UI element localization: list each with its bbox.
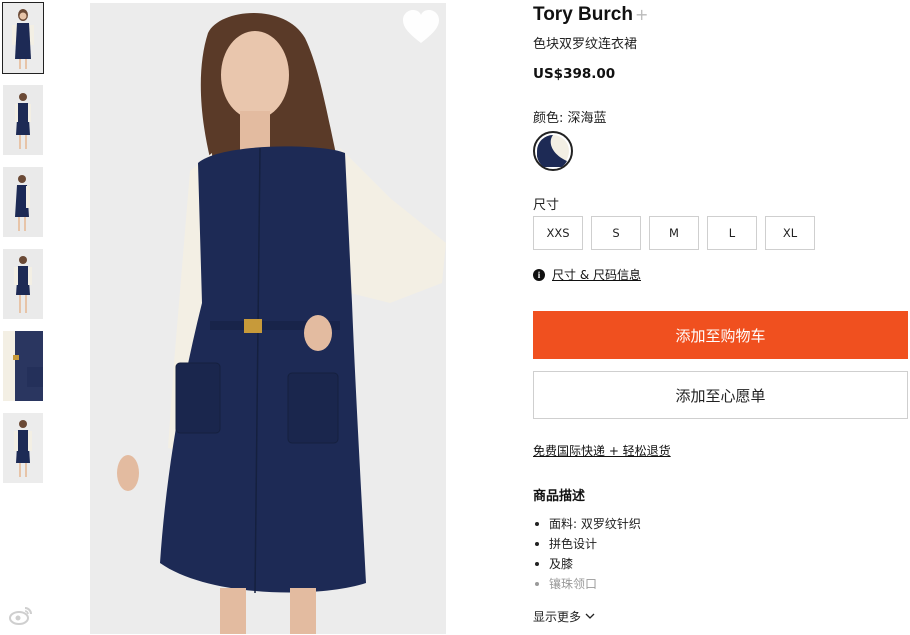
brand-name[interactable]: Tory Burch: [533, 4, 633, 25]
thumbnail-6[interactable]: [3, 413, 43, 483]
add-to-wishlist-button[interactable]: 添加至心愿单: [533, 371, 908, 419]
thumbnail-2[interactable]: [3, 85, 43, 155]
thumbnail-3[interactable]: [3, 167, 43, 237]
brand-row: Tory Burch +: [533, 4, 648, 28]
description-list: 面料: 双罗纹针织 拼色设计 及膝 镶珠领口: [533, 515, 641, 595]
description-bullet: 拼色设计: [533, 535, 641, 555]
show-more-label: 显示更多: [533, 610, 582, 624]
weibo-icon[interactable]: [8, 604, 34, 626]
description-bullet: 面料: 双罗纹针织: [533, 515, 641, 535]
thumbnail-4[interactable]: [3, 249, 43, 319]
thumbnail-image: [3, 3, 43, 73]
size-option-xxs[interactable]: XXS: [533, 216, 583, 250]
follow-brand-plus[interactable]: +: [635, 5, 648, 24]
size-option-l[interactable]: L: [707, 216, 757, 250]
description-title: 商品描述: [533, 489, 586, 504]
thumbnail-image: [3, 249, 43, 319]
size-option-m[interactable]: M: [649, 216, 699, 250]
description-bullet: 及膝: [533, 555, 641, 575]
info-icon: i: [533, 268, 545, 281]
swatch-graphic: [537, 135, 569, 167]
thumbnail-image: [3, 413, 43, 483]
thumbnail-image: [3, 85, 43, 155]
shipping-link[interactable]: 免费国际快递 + 轻松退货: [533, 442, 671, 459]
thumbnail-image: [3, 167, 43, 237]
thumbnail-5[interactable]: [3, 331, 43, 401]
color-swatch-navy[interactable]: [533, 131, 573, 171]
chevron-down-icon: [585, 613, 595, 619]
add-to-cart-button[interactable]: 添加至购物车: [533, 311, 908, 359]
size-label: 尺寸: [533, 198, 560, 213]
product-main-image[interactable]: [90, 3, 446, 634]
color-label: 颜色: 深海蓝: [533, 111, 607, 126]
size-info-link[interactable]: 尺寸 & 尺码信息: [552, 266, 641, 283]
product-price: US$398.00: [533, 66, 616, 82]
size-option-xl[interactable]: XL: [765, 216, 815, 250]
product-name: 色块双罗纹连衣裙: [533, 37, 638, 52]
description-bullet: 镶珠领口: [533, 575, 641, 595]
show-more-button[interactable]: 显示更多: [533, 608, 595, 625]
model-photo: [90, 3, 446, 634]
size-option-s[interactable]: S: [591, 216, 641, 250]
thumbnail-image: [3, 331, 43, 401]
size-info-row: i 尺寸 & 尺码信息: [533, 266, 641, 283]
heart-icon[interactable]: [402, 10, 440, 46]
thumbnail-1[interactable]: [2, 2, 44, 74]
